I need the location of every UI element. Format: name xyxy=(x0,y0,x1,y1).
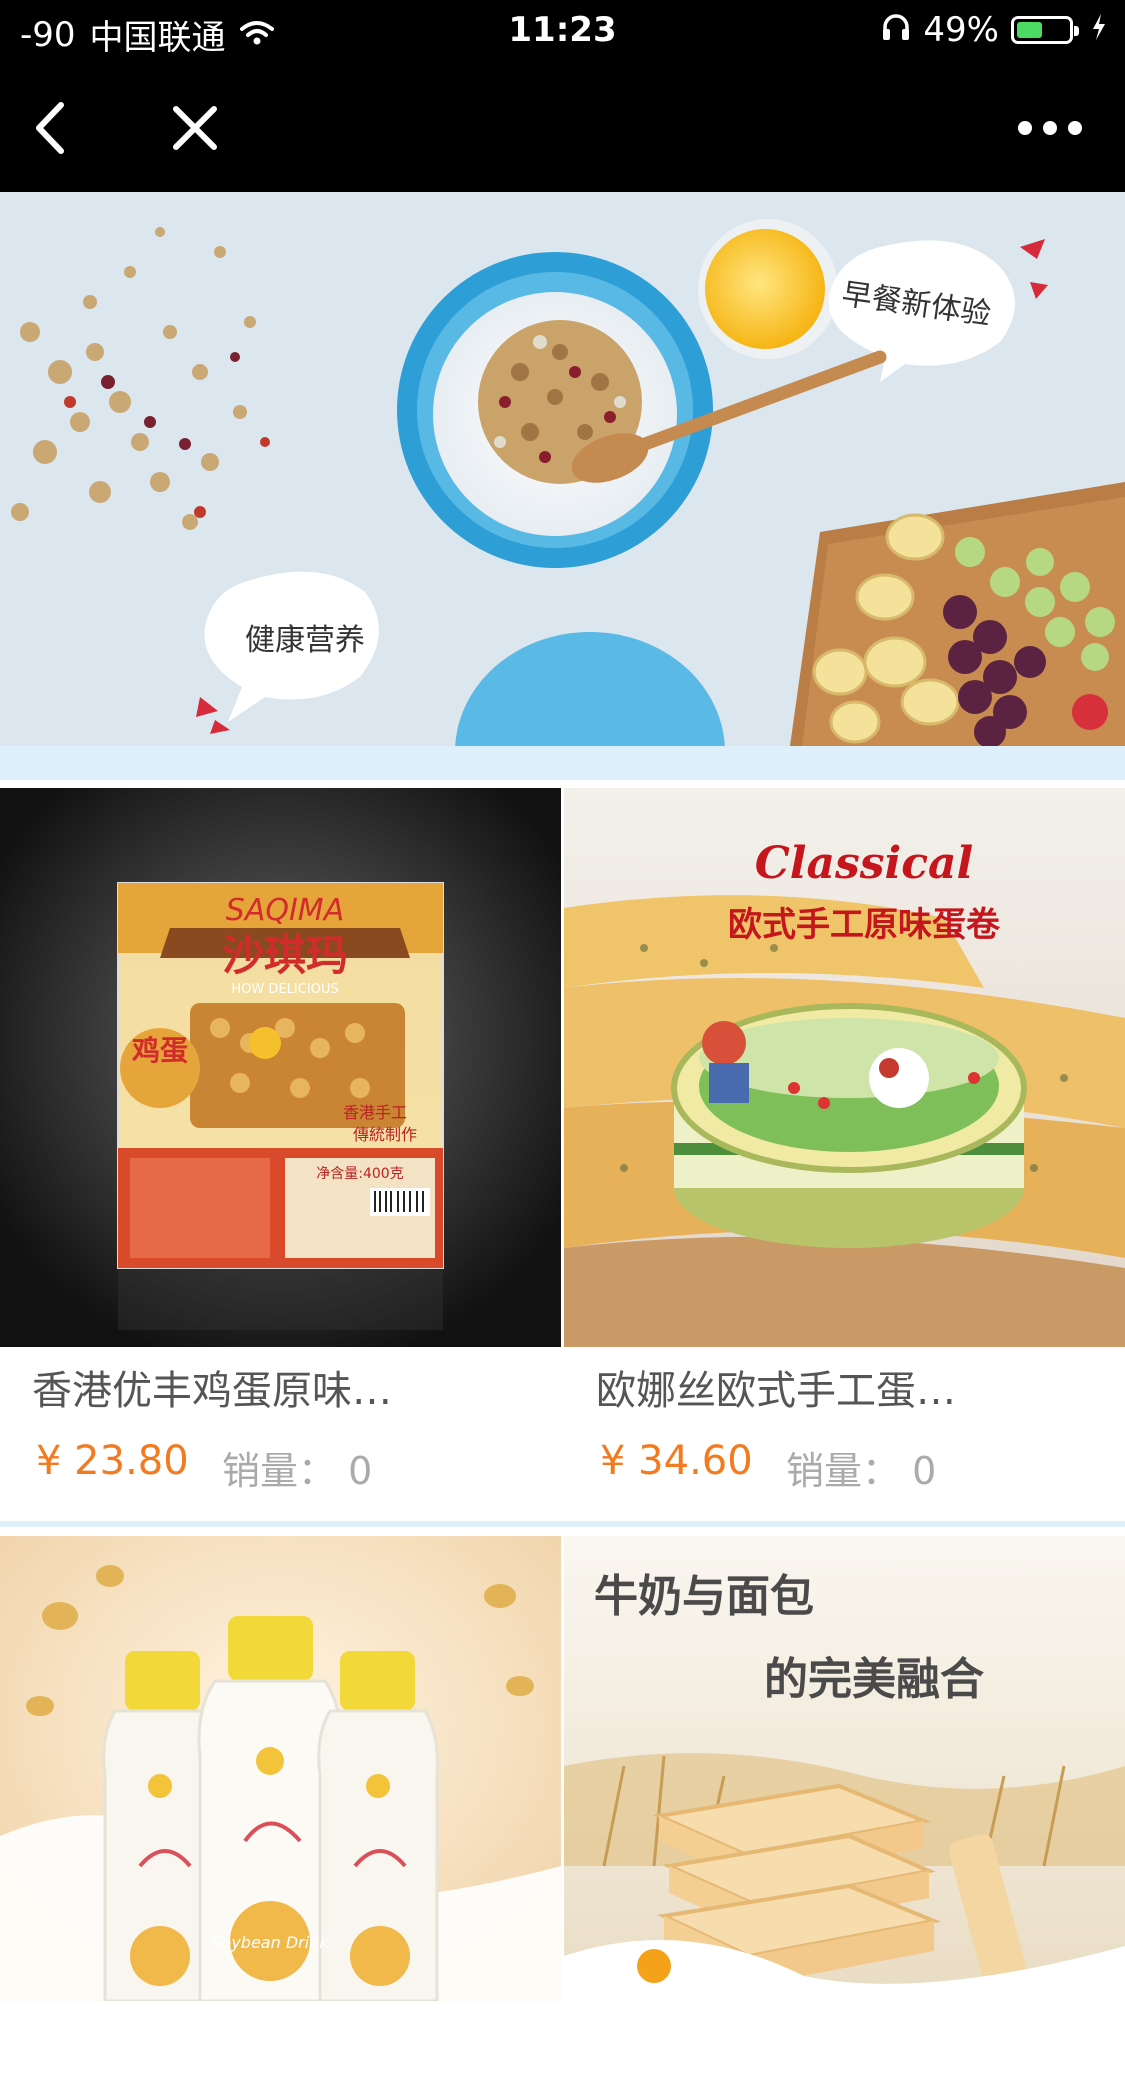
bubble-bottom-text: 健康营养 xyxy=(245,623,365,658)
bottle-label: Soybean Drink xyxy=(211,1933,329,1952)
product-card[interactable]: Soybean Drink xyxy=(0,1536,561,2003)
pack-side: 鸡蛋 xyxy=(131,1034,188,1067)
charging-icon xyxy=(1091,10,1107,50)
product-card[interactable]: SAQIMA 沙琪玛 HOW DELICIOUS 鸡蛋 香港手工 傳統制作 净含… xyxy=(0,788,561,1520)
status-bar: -90 中国联通 11:23 49% xyxy=(0,0,1125,64)
product-name[interactable]: 香港优丰鸡蛋原味… xyxy=(32,1358,532,1416)
more-button[interactable] xyxy=(1010,64,1090,192)
more-icon xyxy=(1018,121,1082,135)
product-image: Classical 欧式手工原味蛋卷 xyxy=(564,788,1125,1347)
product-card[interactable]: Classical 欧式手工原味蛋卷 欧娜丝欧式手工蛋… ¥ 34.60 销量：… xyxy=(564,788,1125,1520)
pack-tag1: 香港手工 xyxy=(343,1103,407,1122)
product-sales: 销量： 0 xyxy=(786,1449,937,1493)
pack-brand: SAQIMA xyxy=(226,893,344,928)
nav-bar xyxy=(0,64,1125,192)
section-divider xyxy=(0,746,1125,780)
close-button[interactable] xyxy=(160,64,230,192)
chevron-left-icon xyxy=(36,102,64,154)
pack-net: 净含量:400克 xyxy=(316,1166,403,1182)
product-price: ¥ 23.80 xyxy=(36,1438,189,1484)
row-divider xyxy=(0,1521,1125,1527)
pack-sub: HOW DELICIOUS xyxy=(231,982,338,997)
tin-script: Classical xyxy=(755,838,974,889)
headline-line1: 牛奶与面包 xyxy=(594,1571,814,1622)
banner[interactable]: 早餐新体验 健康营养 xyxy=(0,192,1125,746)
product-image: Soybean Drink xyxy=(0,1536,561,2095)
back-button[interactable] xyxy=(18,64,82,192)
product-image: 牛奶与面包 的完美融合 xyxy=(564,1536,1125,2095)
product-price: ¥ 34.60 xyxy=(600,1438,753,1484)
close-icon xyxy=(173,106,217,150)
battery-percent: 49% xyxy=(923,10,999,50)
battery-icon xyxy=(1011,16,1079,44)
product-sales: 销量： 0 xyxy=(222,1449,373,1493)
product-name[interactable]: 欧娜丝欧式手工蛋… xyxy=(596,1358,1096,1416)
product-card[interactable]: 牛奶与面包 的完美融合 xyxy=(564,1536,1125,2001)
headphones-icon xyxy=(881,10,911,50)
tin-title: 欧式手工原味蛋卷 xyxy=(728,905,1001,945)
pack-tag2: 傳統制作 xyxy=(353,1125,417,1144)
pack-title: 沙琪玛 xyxy=(222,931,348,980)
banner-image: 早餐新体验 健康营养 xyxy=(0,192,1125,746)
headline-line2: 的完美融合 xyxy=(764,1654,984,1705)
product-image: SAQIMA 沙琪玛 HOW DELICIOUS 鸡蛋 香港手工 傳統制作 净含… xyxy=(0,788,561,1347)
